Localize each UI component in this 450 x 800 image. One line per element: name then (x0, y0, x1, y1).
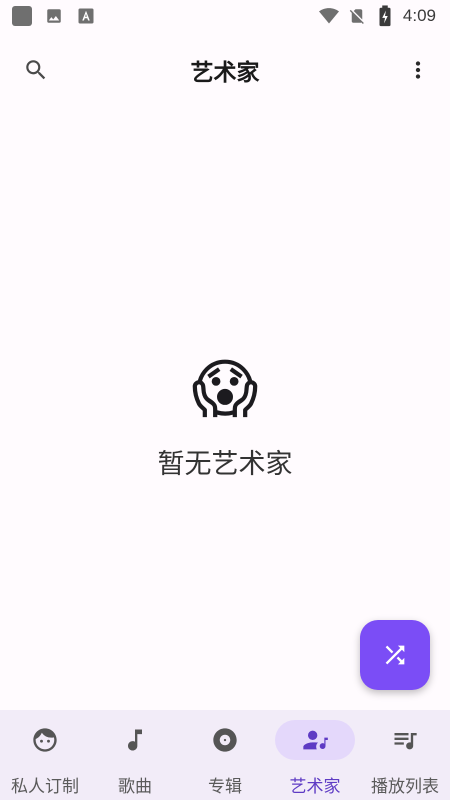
status-bar: 4:09 (0, 0, 450, 32)
app-bar: 艺术家 (0, 38, 450, 102)
nav-label: 专辑 (208, 777, 242, 797)
nav-label: 私人订制 (11, 777, 79, 797)
shuffle-fab[interactable] (360, 620, 430, 690)
nav-pill (5, 720, 85, 760)
album-icon (213, 728, 237, 752)
nav-label: 歌曲 (118, 777, 152, 797)
search-icon (26, 60, 46, 80)
shuffle-icon (385, 645, 405, 665)
playlist-icon (394, 733, 417, 750)
nav-label: 艺术家 (289, 777, 341, 797)
app-square-icon (12, 6, 32, 26)
face-icon (33, 728, 57, 752)
nav-pill (95, 720, 175, 760)
nav-item-artists[interactable]: 艺术家 (270, 710, 360, 800)
empty-state: 😱 暂无艺术家 (0, 352, 450, 481)
nav-item-albums[interactable]: 专辑 (180, 710, 270, 800)
search-button[interactable] (20, 54, 52, 86)
image-icon (44, 6, 64, 26)
empty-state-message: 暂无艺术家 (157, 449, 293, 480)
no-sim-icon (347, 6, 367, 26)
nav-pill (185, 720, 265, 760)
status-right-icons: 4:09 (318, 5, 436, 27)
font-icon (76, 6, 96, 26)
nav-pill-active (275, 720, 355, 760)
scream-emoji-icon: 😱 (191, 353, 259, 427)
nav-item-playlists[interactable]: 播放列表 (360, 710, 450, 800)
battery-charging-icon (375, 5, 395, 27)
nav-item-songs[interactable]: 歌曲 (90, 710, 180, 800)
nav-label: 播放列表 (371, 777, 439, 797)
more-options-button[interactable] (402, 54, 434, 86)
artist-icon (303, 730, 328, 750)
bottom-nav: 私人订制 歌曲 专辑 艺术家 播放列表 (0, 710, 450, 800)
clock: 4:09 (402, 6, 436, 25)
status-left-icons (12, 6, 96, 26)
nav-pill (365, 720, 445, 760)
music-note-icon (128, 729, 142, 751)
more-vert-icon (415, 61, 421, 79)
page-title: 艺术家 (190, 60, 260, 86)
nav-item-personal[interactable]: 私人订制 (0, 710, 90, 800)
wifi-icon (318, 6, 339, 26)
